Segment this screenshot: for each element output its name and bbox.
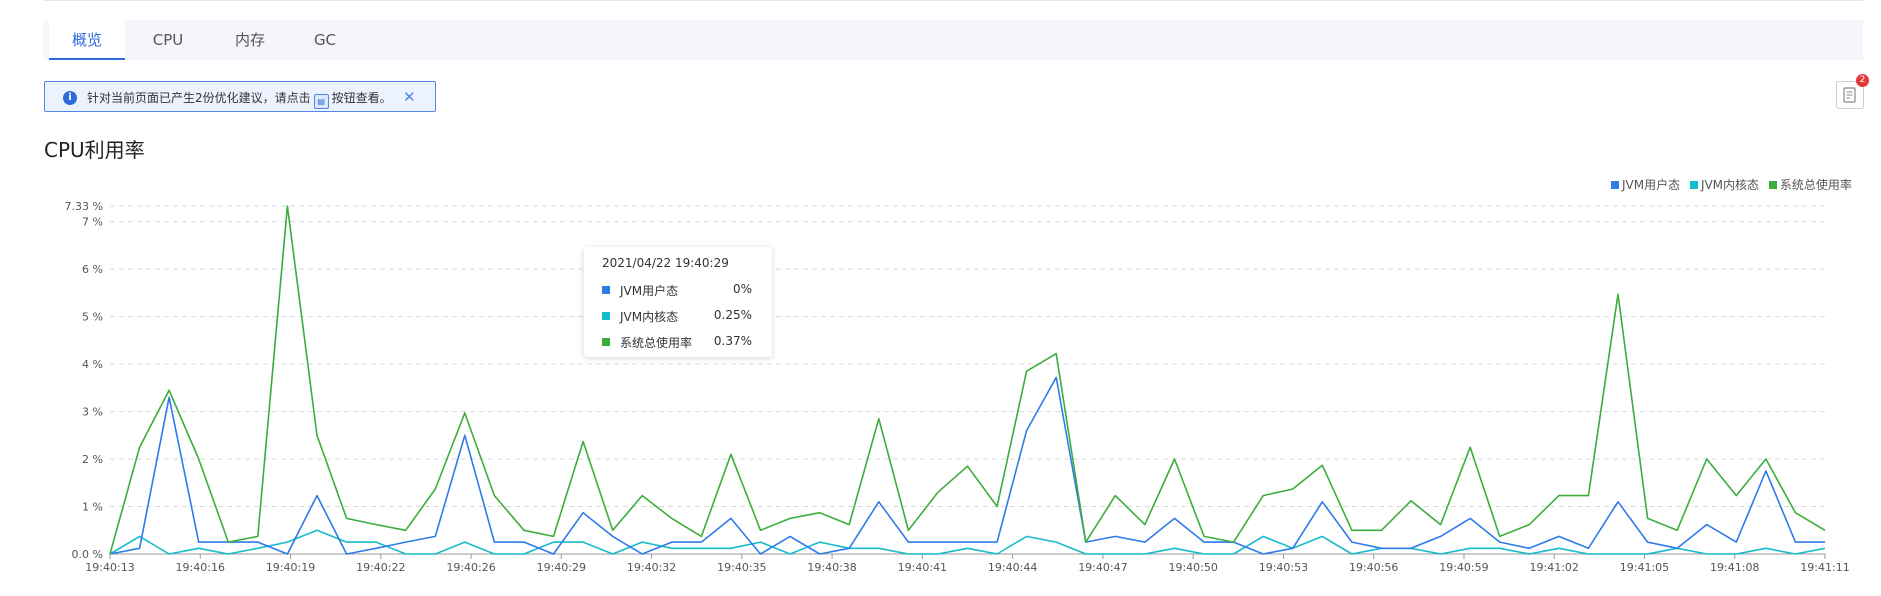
y-tick-label: 2 % (82, 453, 103, 466)
x-tick-label: 19:41:11 (1800, 561, 1849, 574)
tooltip-name: 系统总使用率 (620, 336, 693, 350)
x-tick-label: 19:40:56 (1349, 561, 1398, 574)
x-tick-label: 19:40:35 (717, 561, 766, 574)
x-tick-label: 19:40:53 (1259, 561, 1308, 574)
y-tick-label: 4 % (82, 358, 103, 371)
tooltip-name: JVM内核态 (620, 310, 679, 324)
y-tick-label: 7 % (82, 216, 103, 229)
tooltip-name: JVM用户态 (620, 284, 679, 298)
tooltip-row-system-total: 系统总使用率 0.37% (602, 334, 752, 350)
x-tick-label: 19:41:05 (1620, 561, 1669, 574)
tooltip-value: 0.25% (713, 308, 752, 322)
tooltip-value: 0.37% (713, 334, 752, 348)
x-tick-label: 19:40:38 (807, 561, 856, 574)
y-tick-label: 1 % (82, 501, 103, 514)
x-tick-label: 19:40:29 (537, 561, 586, 574)
x-tick-label: 19:40:50 (1168, 561, 1217, 574)
x-tick-label: 19:40:19 (266, 561, 315, 574)
x-tick-label: 19:40:44 (988, 561, 1037, 574)
x-tick-label: 19:40:16 (176, 561, 225, 574)
x-tick-label: 19:40:59 (1439, 561, 1488, 574)
cpu-usage-chart[interactable]: 0.0 % 1 % 2 % 3 % 4 % 5 % 6 % 7 % 7.33 % 19:40:13… (0, 0, 1881, 596)
tooltip-time: 2021/04/22 19:40:29 (602, 256, 729, 270)
y-tick-label: 5 % (82, 311, 103, 324)
x-tick-label: 19:40:32 (627, 561, 676, 574)
chart-tooltip: 2021/04/22 19:40:29 JVM用户态 0% JVM内核态 0.2… (584, 247, 772, 357)
tooltip-row-jvm-user: JVM用户态 0% (602, 282, 752, 298)
y-tick-label: 0.0 % (72, 548, 103, 561)
x-tick-label: 19:40:47 (1078, 561, 1127, 574)
tooltip-value: 0% (732, 282, 752, 296)
y-tick-label: 7.33 % (65, 200, 103, 213)
y-tick-label: 3 % (82, 406, 103, 419)
x-tick-label: 19:40:13 (85, 561, 134, 574)
series-line-system-total (109, 205, 1826, 555)
x-tick-label: 19:40:26 (446, 561, 495, 574)
y-tick-label: 6 % (82, 263, 103, 276)
x-tick-label: 19:40:41 (898, 561, 947, 574)
x-tick-label: 19:41:08 (1710, 561, 1759, 574)
x-tick-label: 19:40:22 (356, 561, 405, 574)
x-tick-label: 19:41:02 (1530, 561, 1579, 574)
tooltip-row-jvm-kernel: JVM内核态 0.25% (602, 308, 752, 324)
